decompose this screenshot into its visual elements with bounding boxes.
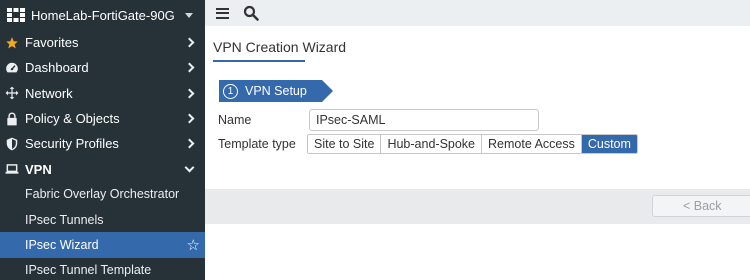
chevron-right-icon (184, 88, 195, 99)
template-type-label: Template type (218, 137, 296, 151)
template-option-hub-and-spoke[interactable]: Hub-and-Spoke (381, 135, 483, 153)
sidebar-subitem-label: Fabric Overlay Orchestrator (25, 187, 180, 202)
sidebar-subitem-ipsec-wizard[interactable]: IPsec Wizard ☆ (0, 232, 205, 258)
main-content: VPN Creation Wizard 1 VPN Setup Name Tem… (205, 26, 750, 280)
chevron-down-icon (184, 162, 195, 173)
sidebar-item-vpn[interactable]: VPN (0, 156, 205, 181)
wizard-footer: < Back (205, 189, 750, 224)
sidebar-subitem-label: IPsec Tunnel Template (25, 263, 152, 278)
favorite-star-icon[interactable]: ☆ (187, 236, 200, 254)
sidebar-subitem-fabric-overlay-orchestrator[interactable]: Fabric Overlay Orchestrator (0, 182, 205, 207)
template-option-remote-access[interactable]: Remote Access (482, 135, 582, 153)
name-input[interactable] (309, 109, 539, 131)
wizard-step-indicator: 1 VPN Setup (219, 80, 333, 102)
step-number: 1 (223, 83, 238, 99)
lock-icon (5, 112, 19, 126)
dashboard-icon (5, 61, 19, 75)
chevron-right-icon (184, 138, 195, 149)
sidebar-item-dashboard[interactable]: Dashboard (0, 55, 205, 80)
step-label: VPN Setup (245, 84, 307, 98)
chevron-down-icon (185, 12, 193, 18)
sidebar-item-label: Network (25, 85, 73, 101)
sidebar-item-label: Dashboard (25, 60, 89, 76)
title-underline (213, 60, 305, 62)
sidebar-item-label: Security Profiles (25, 136, 119, 152)
sidebar-item-favorites[interactable]: Favorites (0, 30, 205, 55)
sidebar-subitem-ipsec-tunnels[interactable]: IPsec Tunnels (0, 207, 205, 232)
device-name: HomeLab-FortiGate-90G (31, 7, 175, 23)
template-option-site-to-site[interactable]: Site to Site (308, 135, 382, 153)
device-selector[interactable]: HomeLab-FortiGate-90G (0, 0, 205, 30)
chevron-right-icon (184, 113, 195, 124)
name-label: Name (218, 113, 252, 127)
sidebar-subitem-label: IPsec Wizard (25, 238, 99, 253)
chevron-right-icon (184, 62, 195, 73)
laptop-icon (5, 162, 19, 176)
hamburger-menu-icon[interactable] (216, 7, 229, 19)
sidebar-item-label: Policy & Objects (25, 111, 120, 127)
template-type-selector: Site to Site Hub-and-Spoke Remote Access… (307, 134, 638, 154)
back-button[interactable]: < Back (652, 195, 750, 217)
fortinet-logo-icon (7, 7, 25, 23)
sidebar-subitem-ipsec-tunnel-template[interactable]: IPsec Tunnel Template (0, 258, 205, 280)
sidebar-item-security-profiles[interactable]: Security Profiles (0, 131, 205, 156)
sidebar-item-policy-objects[interactable]: Policy & Objects (0, 106, 205, 131)
sidebar-subitem-label: IPsec Tunnels (25, 212, 104, 227)
chevron-right-icon (184, 37, 195, 48)
shield-icon (5, 137, 19, 151)
network-icon (5, 86, 19, 100)
top-bar (205, 0, 750, 26)
search-icon[interactable] (243, 5, 259, 21)
sidebar-item-label: VPN (25, 161, 52, 177)
sidebar-item-label: Favorites (25, 35, 79, 51)
sidebar: HomeLab-FortiGate-90G Favorites Dashboar… (0, 0, 205, 280)
star-icon (5, 36, 19, 50)
sidebar-item-network[interactable]: Network (0, 81, 205, 106)
page-title: VPN Creation Wizard (213, 39, 347, 55)
template-option-custom[interactable]: Custom (581, 135, 637, 153)
